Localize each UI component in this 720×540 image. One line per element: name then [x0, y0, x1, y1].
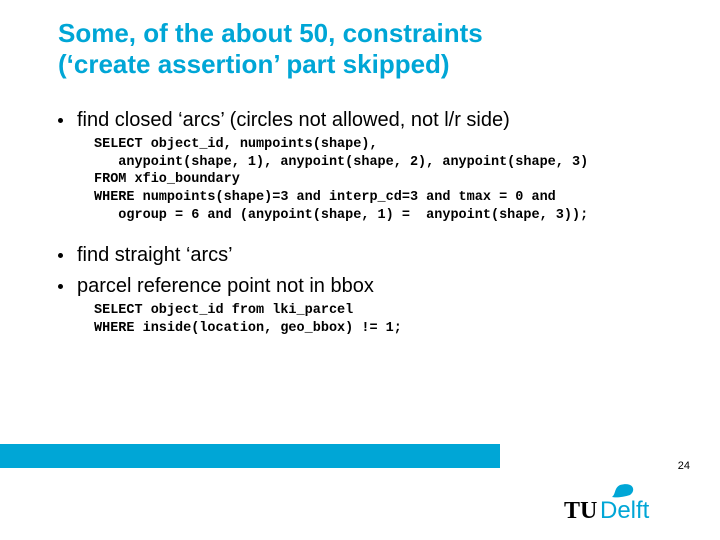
list-item: find straight ‘arcs’: [58, 242, 680, 269]
footer-accent-bar: [0, 444, 500, 468]
code-block-2: SELECT object_id from lki_parcel WHERE i…: [94, 302, 680, 337]
bullet-text: parcel reference point not in bbox: [77, 273, 374, 300]
svg-text:Delft: Delft: [600, 497, 650, 524]
bullet-icon: [58, 118, 63, 123]
title-block: Some, of the about 50, constraints (‘cre…: [0, 0, 720, 91]
title-line-1: Some, of the about 50, constraints: [58, 18, 483, 48]
code-block-1: SELECT object_id, numpoints(shape), anyp…: [94, 136, 680, 224]
slide-title: Some, of the about 50, constraints (‘cre…: [58, 18, 720, 79]
content-area: find closed ‘arcs’ (circles not allowed,…: [0, 91, 720, 337]
list-item: parcel reference point not in bbox SELEC…: [58, 273, 680, 337]
title-line-2: (‘create assertion’ part skipped): [58, 49, 450, 79]
svg-text:U: U: [580, 498, 597, 524]
bullet-text: find straight ‘arcs’: [77, 242, 233, 269]
svg-text:T: T: [564, 498, 580, 524]
tudelft-logo-icon: T U Delft: [564, 483, 684, 525]
bullet-icon: [58, 284, 63, 289]
bullet-text: find closed ‘arcs’ (circles not allowed,…: [77, 107, 510, 134]
list-item: find closed ‘arcs’ (circles not allowed,…: [58, 107, 680, 224]
page-number: 24: [678, 460, 690, 472]
bullet-icon: [58, 253, 63, 258]
slide: Some, of the about 50, constraints (‘cre…: [0, 0, 720, 540]
tudelft-logo: T U Delft: [564, 483, 684, 530]
bullet-list: find closed ‘arcs’ (circles not allowed,…: [58, 107, 680, 337]
